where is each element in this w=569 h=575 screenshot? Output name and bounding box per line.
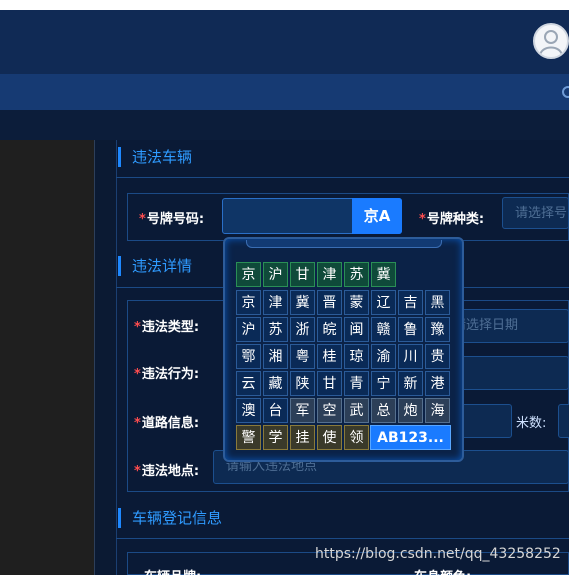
keyboard-key[interactable]: 蒙 xyxy=(344,290,369,315)
keyboard-key[interactable]: 苏 xyxy=(263,317,288,342)
keyboard-key[interactable]: 京 xyxy=(236,262,261,287)
keyboard-key[interactable]: 挂 xyxy=(290,425,315,450)
top-strip xyxy=(0,0,569,10)
sidebar-panel xyxy=(0,140,95,575)
keyboard-key[interactable]: 台 xyxy=(263,398,288,423)
keyboard-key[interactable]: 辽 xyxy=(371,290,396,315)
keyboard-key[interactable]: 沪 xyxy=(263,262,288,287)
keyboard-key[interactable]: 闽 xyxy=(344,317,369,342)
keyboard-key[interactable]: 鲁 xyxy=(398,317,423,342)
vehicle-color-label: 车身颜色: xyxy=(414,566,471,575)
keyboard-key[interactable]: 赣 xyxy=(371,317,396,342)
keyboard-key[interactable]: 粤 xyxy=(290,344,315,369)
keyboard-key[interactable]: 海 xyxy=(425,398,450,423)
road-info-label: *道路信息: xyxy=(134,416,200,431)
plate-province-button[interactable]: 京A xyxy=(352,198,402,234)
keyboard-key[interactable]: 总 xyxy=(371,398,396,423)
violation-type-label: *违法类型: xyxy=(134,320,200,335)
keyboard-key[interactable]: 云 xyxy=(236,371,261,396)
keyboard-key[interactable]: 炮 xyxy=(398,398,423,423)
keyboard-key[interactable]: 鄂 xyxy=(236,344,261,369)
plate-number-label: *号牌号码: xyxy=(139,212,205,227)
keyboard-popup-arrow xyxy=(246,240,442,248)
keyboard-key[interactable]: 豫 xyxy=(425,317,450,342)
keyboard-key[interactable]: 京 xyxy=(236,290,261,315)
keyboard-key[interactable]: 甘 xyxy=(317,371,342,396)
nav-indicator-icon[interactable] xyxy=(562,86,569,98)
keyboard-key[interactable]: 使 xyxy=(317,425,342,450)
plate-preview-button[interactable]: AB123... xyxy=(370,425,451,450)
keyboard-key[interactable]: 新 xyxy=(398,371,423,396)
keyboard-key[interactable]: 青 xyxy=(344,371,369,396)
keyboard-key[interactable]: 学 xyxy=(263,425,288,450)
meters-input[interactable] xyxy=(558,404,569,438)
keyboard-key[interactable]: 津 xyxy=(317,262,342,287)
keyboard-key[interactable]: 桂 xyxy=(317,344,342,369)
keyboard-key[interactable]: 川 xyxy=(398,344,423,369)
plate-type-select[interactable]: 请选择号 xyxy=(502,197,569,229)
keyboard-key[interactable]: 空 xyxy=(317,398,342,423)
keyboard-key[interactable]: 晋 xyxy=(317,290,342,315)
meters-label: 米数: xyxy=(516,416,547,431)
keyboard-key[interactable]: 浙 xyxy=(290,317,315,342)
violation-location-label: *违法地点: xyxy=(134,464,200,479)
sub-bar xyxy=(0,110,569,140)
layout-gap xyxy=(96,140,116,575)
keyboard-key[interactable]: 苏 xyxy=(344,262,369,287)
keyboard-key[interactable]: 津 xyxy=(263,290,288,315)
keyboard-key[interactable]: 渝 xyxy=(371,344,396,369)
plate-type-label: *号牌种类: xyxy=(419,212,485,227)
keyboard-key[interactable]: 藏 xyxy=(263,371,288,396)
keyboard-key[interactable]: 皖 xyxy=(317,317,342,342)
user-avatar-icon[interactable] xyxy=(533,23,569,59)
keyboard-key[interactable]: 沪 xyxy=(236,317,261,342)
keyboard-key[interactable]: 武 xyxy=(344,398,369,423)
keyboard-key[interactable]: 吉 xyxy=(398,290,423,315)
keyboard-key[interactable]: 琼 xyxy=(344,344,369,369)
keyboard-key[interactable]: 陕 xyxy=(290,371,315,396)
keyboard-key[interactable]: 湘 xyxy=(263,344,288,369)
keyboard-key[interactable]: 警 xyxy=(236,425,261,450)
watermark-text: https://blog.csdn.net/qq_43258252 xyxy=(315,546,561,562)
keyboard-key[interactable]: 澳 xyxy=(236,398,261,423)
keyboard-key[interactable]: 冀 xyxy=(371,262,396,287)
keyboard-key[interactable]: 冀 xyxy=(290,290,315,315)
keyboard-key[interactable]: 军 xyxy=(290,398,315,423)
nav-bar xyxy=(0,74,569,110)
section-title-vehicle-registration: 车辆登记信息 xyxy=(118,508,222,528)
section-divider xyxy=(116,538,569,539)
keyboard-key[interactable]: 甘 xyxy=(290,262,315,287)
keyboard-key[interactable]: 贵 xyxy=(425,344,450,369)
section-title-violation-detail: 违法详情 xyxy=(118,256,192,276)
violation-action-label: *违法行为: xyxy=(134,367,200,382)
keyboard-key[interactable]: 黑 xyxy=(425,290,450,315)
keyboard-key[interactable]: 宁 xyxy=(371,371,396,396)
keyboard-key[interactable]: 港 xyxy=(425,371,450,396)
app-header xyxy=(0,10,569,74)
vehicle-brand-label: 车辆品牌: xyxy=(144,566,201,575)
section-divider xyxy=(116,177,569,178)
section-title-violation-vehicle: 违法车辆 xyxy=(118,147,192,167)
keyboard-key[interactable]: 领 xyxy=(344,425,369,450)
